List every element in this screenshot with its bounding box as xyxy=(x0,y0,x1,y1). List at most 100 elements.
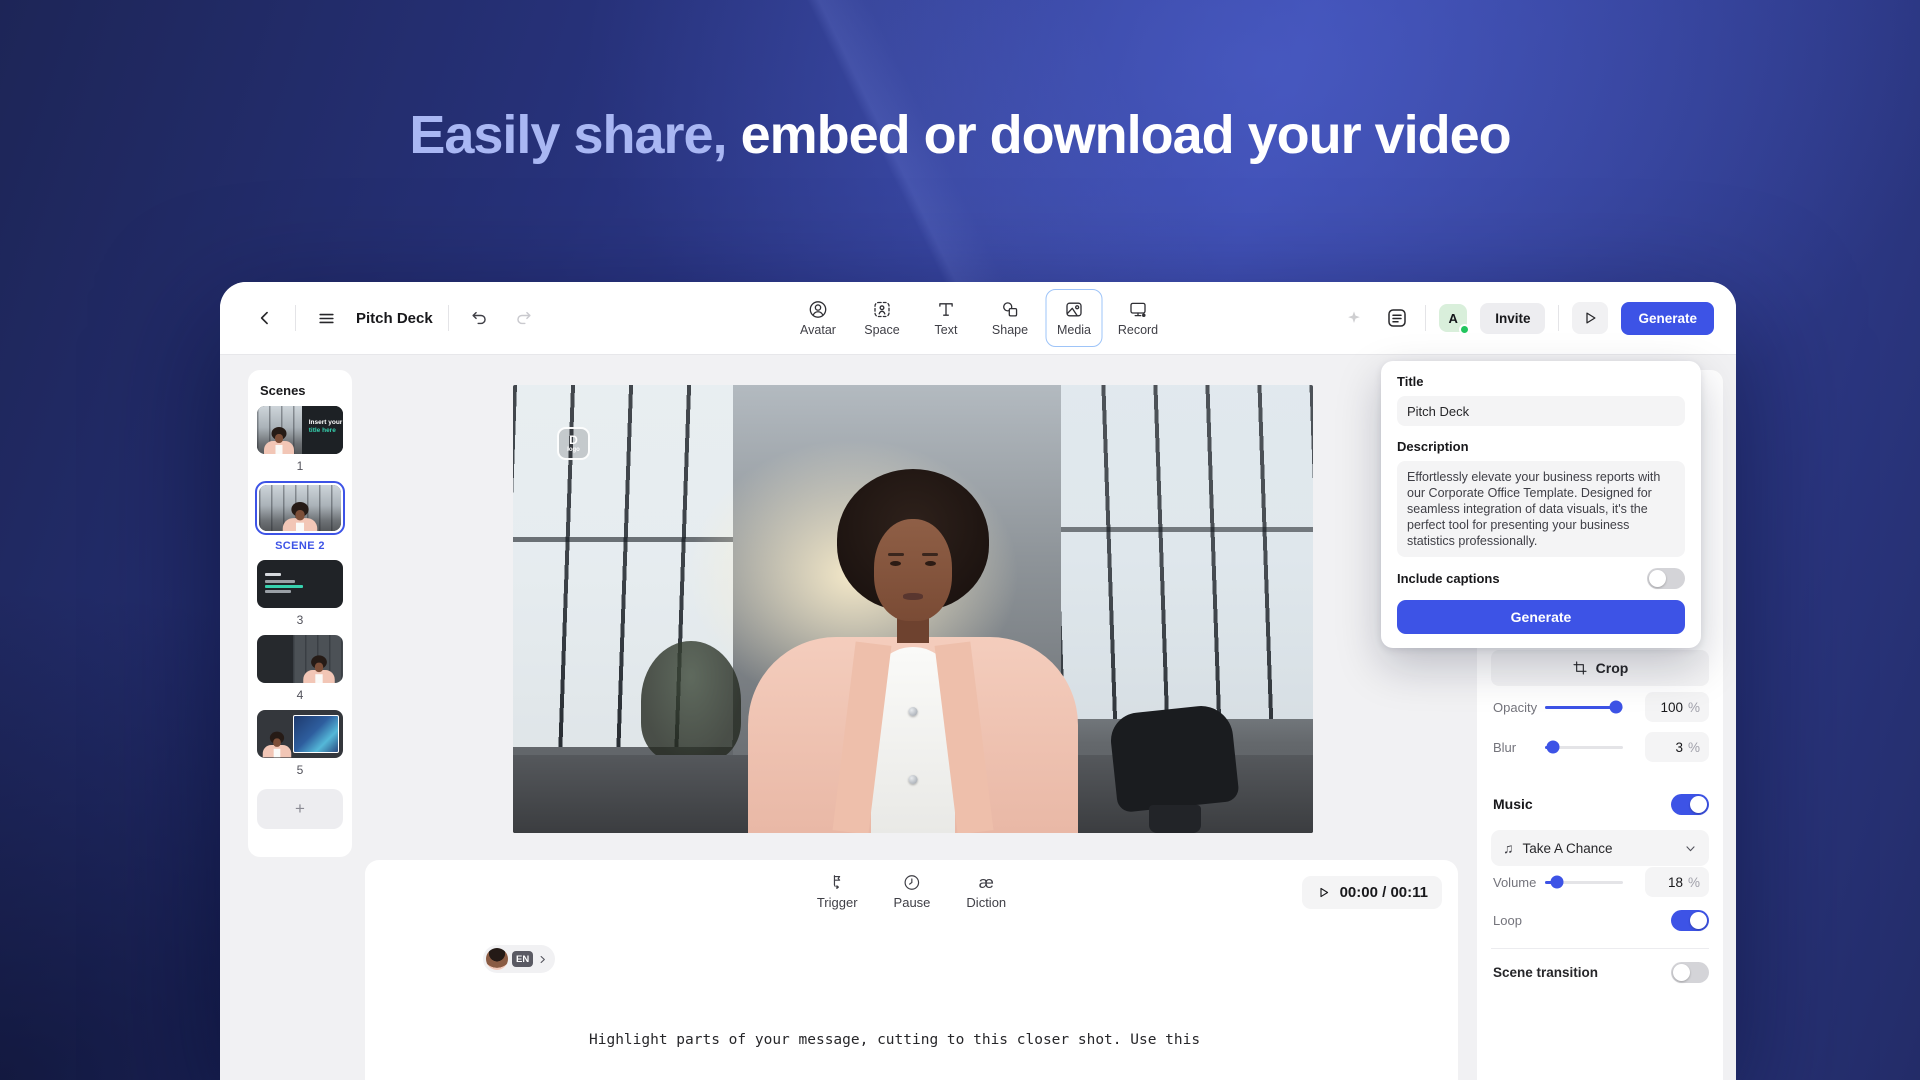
blur-label: Blur xyxy=(1493,739,1517,755)
presenter-avatar xyxy=(743,469,1083,833)
tool-label: Avatar xyxy=(800,323,836,337)
play-icon xyxy=(1586,312,1596,324)
scene-transition-toggle[interactable] xyxy=(1671,961,1709,983)
workspace-avatar[interactable]: A xyxy=(1439,304,1471,335)
insert-toolbar: Avatar Space Text Shape Media Record xyxy=(790,289,1167,347)
tool-media[interactable]: Media xyxy=(1045,289,1103,347)
trigger-button[interactable]: Trigger xyxy=(817,873,858,910)
title-label: Title xyxy=(1397,374,1424,389)
play-icon xyxy=(1320,887,1328,898)
opacity-value: 100 xyxy=(1660,699,1683,715)
diction-icon: æ xyxy=(978,873,994,892)
volume-slider[interactable] xyxy=(1545,875,1623,889)
office-window-right xyxy=(1061,385,1313,719)
chevron-right-icon xyxy=(540,955,546,963)
invite-button[interactable]: Invite xyxy=(1480,302,1546,334)
tool-label: Space xyxy=(864,323,900,337)
scenes-header: Scenes xyxy=(260,383,306,398)
crop-label: Crop xyxy=(1595,660,1629,676)
speaker-language-pill[interactable]: EN xyxy=(483,945,556,973)
tool-shape[interactable]: Shape xyxy=(982,289,1039,347)
opacity-unit: % xyxy=(1687,699,1700,715)
script-line: Highlight parts of your message, cutting… xyxy=(589,1032,1201,1048)
scene-number: 1 xyxy=(296,459,304,473)
scene1-caption-line1: Insert your xyxy=(308,419,343,426)
pause-label: Pause xyxy=(893,895,931,910)
music-note-icon: ♫ xyxy=(1503,840,1514,856)
online-status-dot xyxy=(1459,324,1471,335)
crop-button[interactable]: Crop xyxy=(1491,650,1709,686)
loop-toggle[interactable] xyxy=(1671,909,1709,931)
title-input[interactable]: Pitch Deck xyxy=(1397,396,1685,426)
menu-button[interactable] xyxy=(311,303,341,333)
mini-media-frame xyxy=(293,715,339,753)
time-display: 00:00 / 00:11 xyxy=(1339,884,1428,901)
scene1-caption: Insert your title here xyxy=(309,419,343,435)
diction-button[interactable]: æ Diction xyxy=(966,873,1006,910)
generate-button-toolbar[interactable]: Generate xyxy=(1621,301,1714,335)
blur-slider[interactable] xyxy=(1545,740,1623,754)
script-text[interactable]: Highlight parts of your message, cutting… xyxy=(589,940,1200,1080)
scene1-title-panel: Insert your title here xyxy=(301,406,343,454)
add-scene-button[interactable]: + xyxy=(257,789,343,829)
include-captions-toggle[interactable] xyxy=(1647,568,1685,589)
volume-value-box[interactable]: 18 % xyxy=(1645,867,1709,897)
redo-button[interactable] xyxy=(509,303,539,333)
notes-button[interactable] xyxy=(1382,303,1412,333)
pause-button[interactable]: Pause xyxy=(893,873,931,910)
tool-record[interactable]: Record xyxy=(1110,289,1167,347)
mini-text-line xyxy=(265,580,295,583)
presenter-blazer xyxy=(748,637,1078,833)
divider xyxy=(295,305,296,331)
divider xyxy=(1491,948,1709,949)
tool-avatar[interactable]: Avatar xyxy=(790,289,847,347)
opacity-value-box[interactable]: 100 % xyxy=(1645,692,1709,722)
video-canvas[interactable]: D logo xyxy=(513,385,1313,833)
tool-label: Shape xyxy=(991,323,1029,337)
speaker-avatar xyxy=(486,948,508,970)
logo-label: logo xyxy=(567,446,580,453)
mini-text-line xyxy=(265,590,291,593)
notes-icon xyxy=(1388,309,1406,327)
mini-presenter xyxy=(261,731,293,758)
script-toolbar: Trigger Pause æ Diction xyxy=(817,873,1006,910)
mini-presenter xyxy=(262,427,296,454)
presenter-face xyxy=(874,519,952,621)
loop-label: Loop xyxy=(1493,912,1522,928)
blur-unit: % xyxy=(1687,739,1700,755)
tool-text[interactable]: Text xyxy=(918,289,975,347)
space-icon xyxy=(874,301,890,318)
scene-thumbnail-4[interactable] xyxy=(257,635,343,683)
mini-text-line xyxy=(265,573,281,576)
track-name: Take A Chance xyxy=(1522,840,1613,856)
tool-space[interactable]: Space xyxy=(854,289,911,347)
scene-transition-label: Scene transition xyxy=(1493,964,1599,980)
blur-value-box[interactable]: 3 % xyxy=(1645,732,1709,762)
scenes-list: Insert your title here 1 SCENE 2 3 4 5 + xyxy=(248,406,352,829)
generate-button-popover[interactable]: Generate xyxy=(1397,600,1685,634)
mini-presenter xyxy=(301,655,337,683)
toolbar-right-group: A Invite Generate xyxy=(1339,282,1714,354)
volume-row: Volume 18 % xyxy=(1493,867,1709,897)
scene1-caption-line2: title here xyxy=(308,427,336,434)
sparkle-button[interactable] xyxy=(1339,303,1369,333)
music-row: Music xyxy=(1493,789,1709,819)
scene-number-active: SCENE 2 xyxy=(275,540,325,552)
scene-number: 4 xyxy=(296,688,304,702)
clock-icon xyxy=(904,875,920,890)
back-button[interactable] xyxy=(250,303,280,333)
music-track-dropdown[interactable]: ♫ Take A Chance xyxy=(1491,830,1709,866)
playback-time[interactable]: 00:00 / 00:11 xyxy=(1301,876,1442,909)
scene-thumbnail-2-selected[interactable] xyxy=(255,481,345,535)
sparkle-icon xyxy=(1348,311,1361,323)
workspace-initial: A xyxy=(1448,310,1458,326)
opacity-slider[interactable] xyxy=(1545,700,1623,714)
preview-play-button[interactable] xyxy=(1572,302,1609,334)
undo-button[interactable] xyxy=(464,303,494,333)
scene-thumbnail-5[interactable] xyxy=(257,710,343,758)
description-textarea[interactable]: Effortlessly elevate your business repor… xyxy=(1397,461,1685,557)
scene-thumbnail-3[interactable] xyxy=(257,560,343,608)
blur-row: Blur 3 % xyxy=(1493,732,1709,762)
music-toggle[interactable] xyxy=(1671,793,1709,815)
scene-thumbnail-1[interactable]: Insert your title here xyxy=(257,406,343,454)
